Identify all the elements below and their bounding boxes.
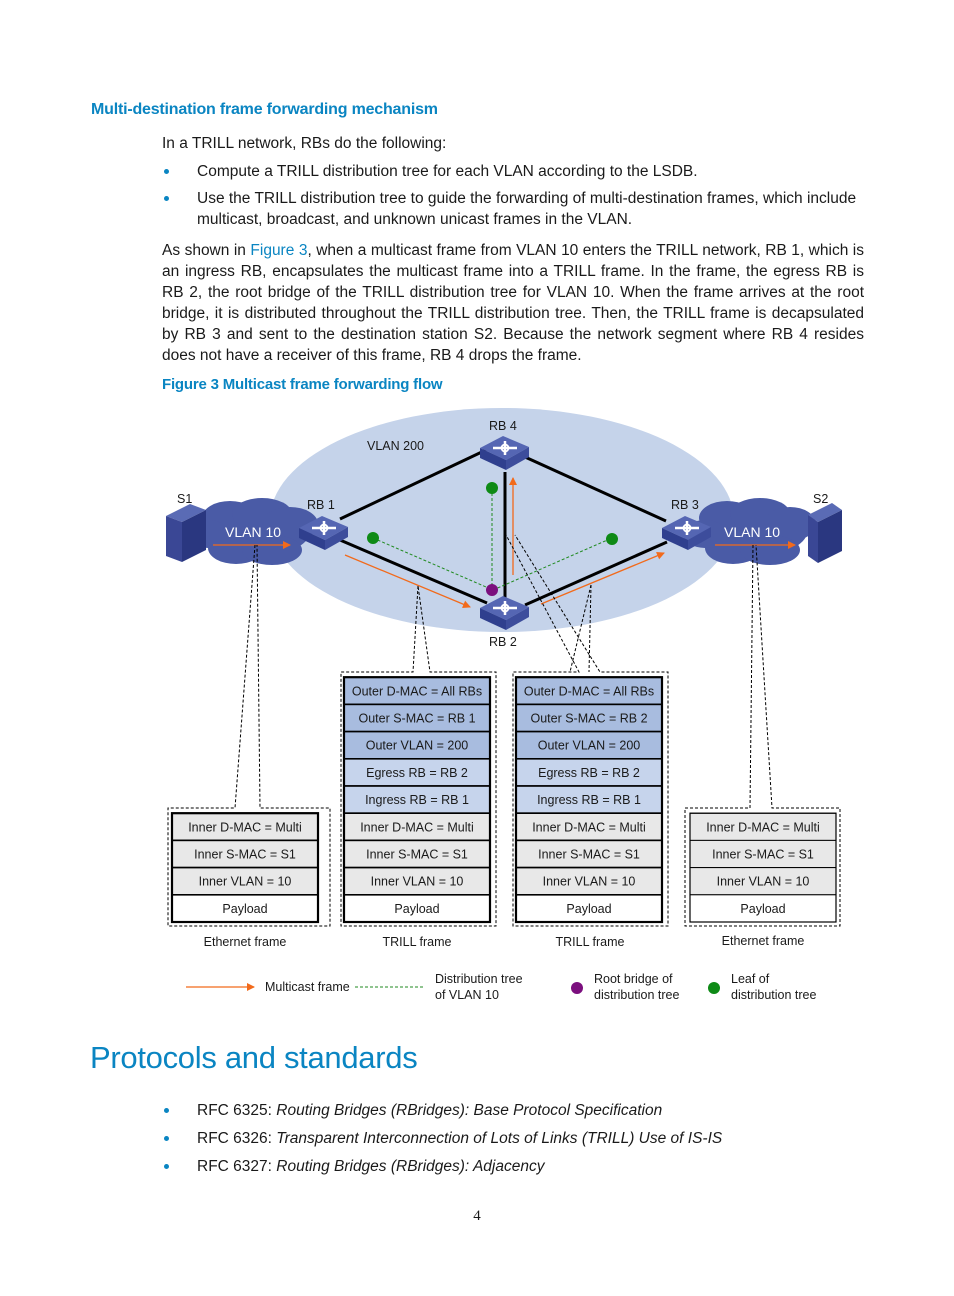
- frame-stack-1: Inner D-MAC = Multi Inner S-MAC = S1 Inner…: [170, 812, 320, 949]
- frame-caption: Ethernet frame: [722, 934, 805, 948]
- vlan10-left-label: VLAN 10: [225, 524, 281, 540]
- root-dot-rb2: [486, 584, 498, 596]
- frame-field-label: Outer D-MAC = All RBs: [352, 684, 482, 698]
- legend-leaf-label-2: distribution tree: [731, 988, 817, 1002]
- frame-field-label: Inner VLAN = 10: [543, 875, 636, 889]
- legend-root-label-2: distribution tree: [594, 988, 680, 1002]
- standards-heading: Protocols and standards: [90, 1040, 418, 1075]
- frame-field-label: Inner D-MAC = Multi: [360, 820, 474, 834]
- bullet-icon: [164, 1164, 169, 1169]
- rb4-label: RB 4: [489, 419, 517, 433]
- legend-root-dot: [571, 982, 583, 994]
- s1-label: S1: [177, 492, 192, 506]
- frame-field-label: Outer VLAN = 200: [366, 739, 469, 753]
- frame-stacks: Inner D-MAC = Multi Inner S-MAC = S1 Inner…: [170, 676, 837, 949]
- frame-caption: TRILL frame: [555, 935, 624, 949]
- frame-field-label: Outer D-MAC = All RBs: [524, 684, 654, 698]
- bullet-icon: [164, 1108, 169, 1113]
- legend: Multicast frame Distribution tree of VLA…: [186, 972, 817, 1002]
- vlan200-label: VLAN 200: [367, 439, 424, 453]
- frame-field-label: Egress RB = RB 2: [366, 766, 468, 780]
- legend-root-label-1: Root bridge of: [594, 972, 673, 986]
- s2-label: S2: [813, 492, 828, 506]
- frame-field-label: Inner S-MAC = S1: [538, 848, 640, 862]
- frame-field-label: Egress RB = RB 2: [538, 766, 640, 780]
- frame-field-label: Inner S-MAC = S1: [712, 848, 814, 862]
- leaf-dot-rb4: [486, 482, 498, 494]
- frame-field-label: Payload: [222, 902, 267, 916]
- legend-multicast-label: Multicast frame: [265, 980, 350, 994]
- legend-leaf-dot: [708, 982, 720, 994]
- rb2-label: RB 2: [489, 635, 517, 649]
- frame-field-label: Payload: [394, 902, 439, 916]
- rb3-label: RB 3: [671, 498, 699, 512]
- legend-tree-label-2: of VLAN 10: [435, 988, 499, 1002]
- frame-field-label: Outer S-MAC = RB 1: [358, 712, 475, 726]
- frame-field-label: Inner S-MAC = S1: [366, 848, 468, 862]
- page-number: 4: [473, 1208, 481, 1224]
- frame-field-label: Inner D-MAC = Multi: [532, 820, 646, 834]
- legend-leaf-label-1: Leaf of: [731, 972, 770, 986]
- leaf-dot-rb1: [367, 532, 379, 544]
- frame-field-label: Inner VLAN = 10: [371, 875, 464, 889]
- frame-caption: TRILL frame: [382, 935, 451, 949]
- frame-field-label: Ingress RB = RB 1: [537, 793, 641, 807]
- list-item: RFC 6325: Routing Bridges (RBridges): Ba…: [162, 1100, 862, 1121]
- frame-field-label: Inner D-MAC = Multi: [188, 820, 302, 834]
- frame-field-label: Inner D-MAC = Multi: [706, 820, 820, 834]
- frame-field-label: Ingress RB = RB 1: [365, 793, 469, 807]
- rfc-list: RFC 6325: Routing Bridges (RBridges): Ba…: [162, 1100, 862, 1184]
- leaf-dot-rb3: [606, 533, 618, 545]
- frame-field-label: Payload: [740, 902, 785, 916]
- vlan10-right-label: VLAN 10: [724, 524, 780, 540]
- frame-caption: Ethernet frame: [204, 935, 287, 949]
- server-s2-icon: [808, 503, 842, 563]
- bullet-icon: [164, 1136, 169, 1141]
- frame-field-label: Outer S-MAC = RB 2: [530, 712, 647, 726]
- frame-field-label: Outer VLAN = 200: [538, 739, 641, 753]
- server-s1-icon: [166, 504, 206, 562]
- frame-stack-4: Inner D-MAC = Multi Inner S-MAC = S1 Inner…: [689, 812, 837, 948]
- legend-tree-label-1: Distribution tree: [435, 972, 523, 986]
- frame-stack-2: Outer D-MAC = All RBs Outer S-MAC = RB 1 O…: [342, 676, 492, 949]
- frame-field-label: Inner S-MAC = S1: [194, 848, 296, 862]
- list-item: RFC 6326: Transparent Interconnection of…: [162, 1128, 862, 1149]
- rb1-label: RB 1: [307, 498, 335, 512]
- frame-field-label: Payload: [566, 902, 611, 916]
- frame-stack-3: Outer D-MAC = All RBs Outer S-MAC = RB 2 O…: [514, 676, 664, 949]
- list-item: RFC 6327: Routing Bridges (RBridges): Ad…: [162, 1156, 862, 1177]
- frame-field-label: Inner VLAN = 10: [717, 875, 810, 889]
- frame-field-label: Inner VLAN = 10: [199, 875, 292, 889]
